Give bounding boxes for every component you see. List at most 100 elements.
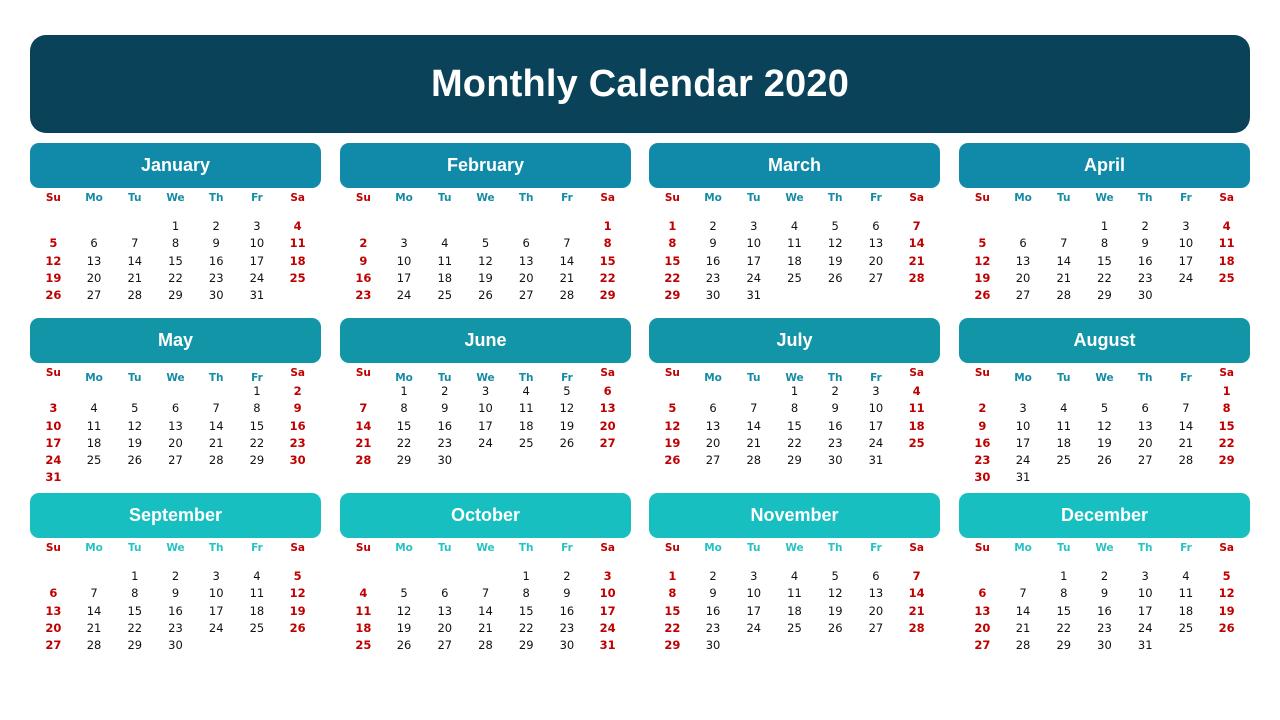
week-row: 19 20 21 22 23 24 25 [959, 270, 1250, 287]
day-cell: 16 [168, 603, 183, 618]
month-header: May [30, 318, 321, 363]
day-cell: 30 [1097, 638, 1112, 653]
weekday-header-row: Su Mo Tu We Th Fr Sa [30, 538, 321, 568]
week-row: 12 [30, 383, 321, 400]
day-cell: 30 [974, 470, 991, 485]
day-cell: 4 [912, 384, 921, 398]
day-cell: 10 [1015, 418, 1031, 433]
week-row: 1 2 3 4 [649, 383, 940, 400]
weekday-label: Fr [1180, 192, 1192, 204]
day-cell: 9 [171, 586, 180, 601]
day-cell: 21 [908, 603, 925, 618]
day-cell: 23 [1137, 270, 1153, 285]
month-header: December [959, 493, 1250, 538]
weekday-header-row: Su Mo Tu We Th Fr Sa [340, 538, 631, 568]
day-cell: 17 [45, 435, 62, 450]
weekday-label: Su [45, 542, 61, 554]
week-row: 21 22 23 24 25 26 27 [340, 435, 631, 452]
day-cell [424, 218, 465, 235]
day-cell: 28 [208, 453, 224, 468]
weekday-label: Fr [561, 372, 573, 384]
day-cell [547, 452, 588, 469]
day-cell [465, 452, 506, 469]
day-cell: 19 [289, 603, 306, 618]
day-cell [343, 218, 384, 235]
weekday-label: Sa [290, 542, 305, 554]
day-cell: 1 [1222, 384, 1231, 398]
day-cell: 28 [127, 288, 143, 303]
day-cell: 14 [1015, 603, 1031, 618]
day-cell: 14 [1178, 418, 1194, 433]
day-cell [733, 637, 774, 654]
weekday-label: Mo [704, 372, 722, 384]
weekday-label: Sa [600, 367, 615, 379]
day-cell: 28 [908, 620, 925, 635]
day-cell: 7 [212, 401, 220, 416]
month-december: December Su Mo Tu We Th Fr Sa 1 2 3 4 5 6 7 8 9 10 11 12 13 1… [959, 493, 1250, 654]
week-row: 12 13 14 15 16 17 18 [649, 418, 940, 435]
day-cell: 18 [787, 603, 802, 618]
day-cell: 28 [1056, 288, 1072, 303]
day-cell: 7 [1060, 236, 1068, 251]
day-cell [1003, 383, 1044, 400]
day-cell: 20 [974, 620, 991, 635]
week-row: 8 9 10 11 12 13 14 [649, 235, 940, 252]
day-cell: 31 [1137, 638, 1153, 653]
day-cell: 12 [45, 253, 62, 268]
day-cell: 30 [705, 288, 721, 303]
day-cell: 6 [978, 586, 987, 601]
weekday-label: Su [664, 542, 680, 554]
weekday-label: Fr [251, 192, 263, 204]
weekday-label: Tu [1057, 192, 1071, 204]
day-cell [962, 218, 1003, 235]
day-cell: 27 [168, 453, 183, 468]
day-cell: 20 [599, 418, 616, 433]
day-cell: 21 [127, 270, 143, 285]
day-cell [1206, 637, 1247, 654]
day-cell [343, 383, 384, 400]
week-row: 13 14 15 16 17 18 19 [30, 603, 321, 620]
day-cell: 17 [746, 603, 762, 618]
weekday-label: Th [208, 542, 224, 554]
month-may: May Su Mo Tu We Th Fr Sa 1 2 3 4 5 6 7 8 9 10 11 12 13 14 15 16… [30, 318, 321, 487]
day-cell: 2 [709, 219, 717, 233]
day-cell: 18 [86, 435, 102, 450]
day-cell: 18 [355, 620, 372, 635]
day-cell: 9 [978, 418, 987, 433]
day-cell: 10 [746, 586, 762, 601]
day-cell: 8 [790, 401, 799, 416]
day-cell: 19 [559, 418, 575, 433]
day-cell [774, 637, 815, 654]
day-cell: 22 [787, 435, 802, 450]
day-cell: 14 [478, 603, 493, 618]
day-cell: 29 [1218, 453, 1235, 468]
day-cell [896, 637, 937, 654]
day-cell: 23 [705, 270, 721, 285]
day-cell: 22 [1056, 620, 1072, 635]
day-cell: 9 [441, 401, 449, 416]
day-cell: 8 [668, 586, 677, 601]
day-cell: 10 [478, 401, 493, 416]
day-cell: 26 [127, 453, 143, 468]
day-cell: 29 [1056, 638, 1072, 653]
day-cell [1084, 469, 1125, 486]
day-cell: 29 [664, 638, 681, 653]
week-row: 24 25 26 27 28 29 30 [30, 452, 321, 469]
day-cell: 8 [522, 586, 530, 601]
month-header: April [959, 143, 1250, 188]
weekday-label: Tu [747, 542, 761, 554]
day-cell: 14 [908, 236, 925, 251]
week-row: 5 6 7 8 9 10 11 [30, 235, 321, 252]
day-cell [856, 287, 897, 304]
weekday-label: Th [1137, 542, 1153, 554]
weekday-label: Fr [561, 192, 573, 204]
week-row: 25 26 27 28 29 30 31 [340, 637, 631, 654]
day-cell: 21 [746, 435, 762, 450]
day-cell: 17 [396, 270, 412, 285]
week-row: 16 17 18 19 20 21 22 [959, 435, 1250, 452]
day-cell: 8 [171, 236, 180, 251]
day-cell [693, 383, 734, 400]
day-cell: 7 [359, 401, 368, 416]
day-cell [1125, 469, 1166, 486]
day-cell: 24 [478, 435, 493, 450]
